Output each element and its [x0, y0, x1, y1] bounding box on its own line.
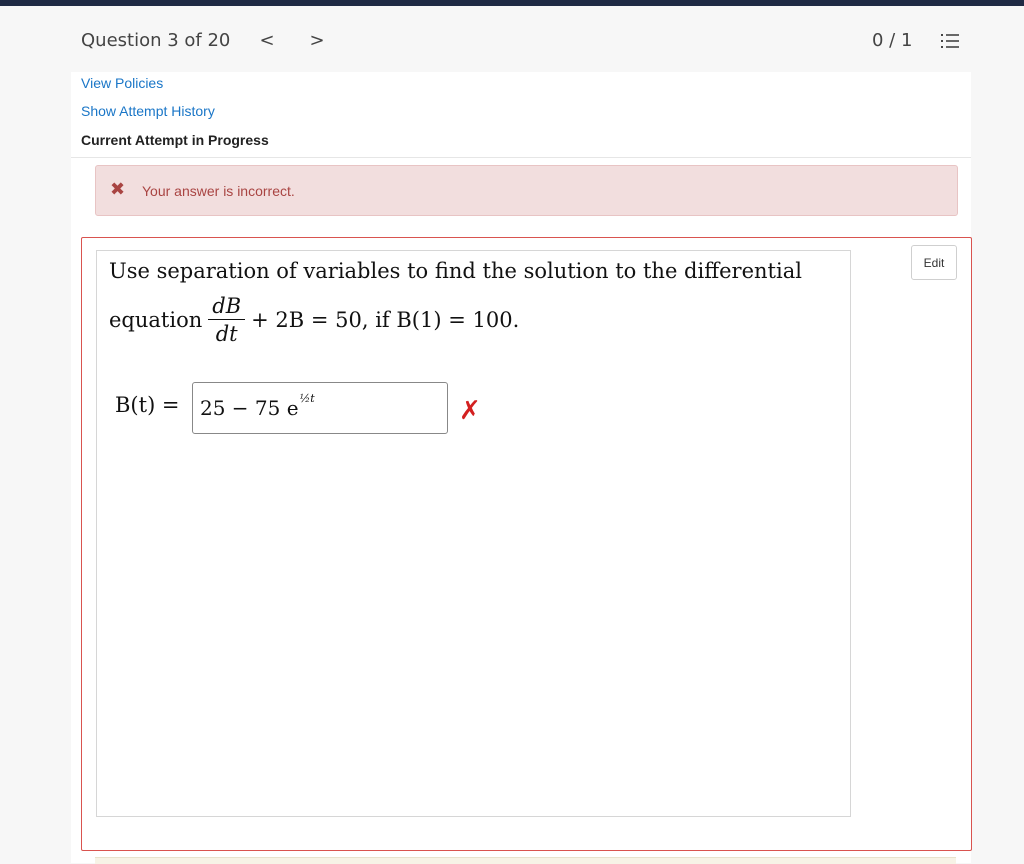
question-list-icon[interactable] — [940, 31, 960, 51]
current-attempt-label: Current Attempt in Progress — [81, 132, 269, 148]
question-counter: Question 3 of 20 — [81, 30, 231, 51]
incorrect-mark-icon: ✗ — [459, 396, 481, 426]
incorrect-answer-alert: ✖ Your answer is incorrect. — [95, 165, 958, 216]
question-text-line1: Use separation of variables to find the … — [109, 259, 802, 283]
edit-button[interactable]: Edit — [911, 245, 957, 280]
derivative-fraction: dB dt — [208, 293, 246, 348]
show-attempt-history-link[interactable]: Show Attempt History — [81, 103, 215, 119]
answer-input[interactable]: 25 − 75 e ½t — [192, 382, 448, 434]
question-header: Question 3 of 20 < > 0 / 1 — [0, 6, 1024, 72]
question-text-line2: equation dB dt + 2B = 50, if B(1) = 100. — [109, 290, 519, 350]
question-score: 0 / 1 — [872, 30, 913, 51]
fraction-numerator: dB — [208, 293, 246, 320]
answer-value: 25 − 75 e — [200, 396, 299, 420]
error-x-icon: ✖ — [110, 179, 126, 200]
attempt-links-panel: View Policies Show Attempt History Curre… — [71, 72, 971, 158]
view-policies-link[interactable]: View Policies — [81, 75, 163, 91]
previous-question-button[interactable]: < — [255, 28, 279, 52]
next-question-button[interactable]: > — [305, 28, 329, 52]
equation-word: equation — [109, 308, 203, 332]
fraction-denominator: dt — [215, 321, 238, 346]
equation-remainder: + 2B = 50, if B(1) = 100. — [251, 308, 520, 332]
answer-label: B(t) = — [115, 393, 180, 417]
answer-exponent: ½t — [299, 391, 315, 405]
alert-message: Your answer is incorrect. — [142, 183, 295, 199]
